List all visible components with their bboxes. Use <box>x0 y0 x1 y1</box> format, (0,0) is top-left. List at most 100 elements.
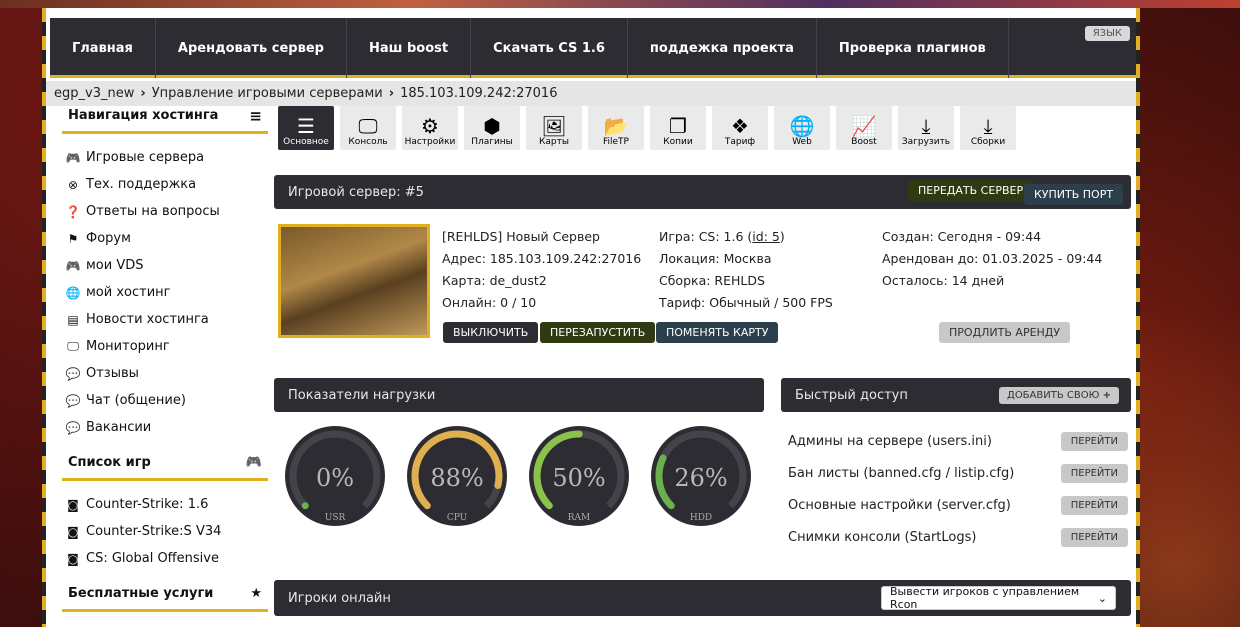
server-rented-until: Арендован до: 01.03.2025 - 09:44 <box>882 251 1103 266</box>
tab-label: Карты <box>539 137 569 147</box>
gear-icon: ⚙ <box>421 114 439 138</box>
quick-row-label: Бан листы (banned.cfg / listip.cfg) <box>788 466 1015 481</box>
sidebar-item-label: Чат (общение) <box>86 393 186 408</box>
tab-label: Boost <box>851 137 877 147</box>
gauge-cpu: 88% CPU <box>405 424 509 528</box>
dropbox-icon: ❖ <box>731 114 749 138</box>
quick-row-label: Основные настройки (server.cfg) <box>788 498 1011 513</box>
gauge-ram-label: RAM <box>568 513 591 523</box>
nav-support-project[interactable]: поддежка проекта <box>628 18 817 78</box>
download-icon: ⤓ <box>921 114 931 138</box>
nav-download-cs[interactable]: Скачать CS 1.6 <box>471 18 628 78</box>
add-custom-label: ДОБАВИТЬ СВОЮ <box>1007 390 1100 401</box>
gauge-cpu-label: CPU <box>447 513 468 523</box>
sidebar-item-faq[interactable]: ❓ Ответы на вопросы <box>64 198 268 225</box>
steam-icon: ◙ <box>67 497 79 512</box>
tab-upload[interactable]: ⤓ Загрузить <box>898 106 954 150</box>
sidebar-item-monitoring[interactable]: 🖵 Мониторинг <box>64 333 268 360</box>
quick-go-button[interactable]: ПЕРЕЙТИ <box>1060 432 1128 451</box>
tab-main[interactable]: ☰ Основное <box>278 106 334 150</box>
breadcrumb-section[interactable]: Управление игровыми серверами <box>152 86 383 101</box>
quick-row: Снимки консоли (StartLogs) ПЕРЕЙТИ <box>788 528 1128 547</box>
sidebar-game-css[interactable]: ◙ Counter-Strike:S V34 <box>64 518 268 545</box>
globe-icon: 🌐 <box>789 114 815 138</box>
tab-tariff[interactable]: ❖ Тариф <box>712 106 768 150</box>
sidebar-item-label: Counter-Strike:S V34 <box>86 524 222 539</box>
tab-plugins[interactable]: ⬢ Плагины <box>464 106 520 150</box>
gauge-usr: 0% USR <box>283 424 387 528</box>
sidebar-hosting-header: Навигация хостинга ≡ <box>62 100 268 134</box>
nav-rent-server[interactable]: Арендовать сервер <box>156 18 347 78</box>
tab-maps[interactable]: 🖼 Карты <box>526 106 582 150</box>
sidebar-item-label: Counter-Strike: 1.6 <box>86 497 209 512</box>
sidebar-hosting-list: 🎮 Игровые сервера ⊗ Тех. поддержка ❓ Ответы… <box>62 134 268 447</box>
restart-button[interactable]: ПЕРЕЗАПУСТИТЬ <box>540 322 656 343</box>
sidebar-item-vacancies[interactable]: 💬 Вакансии <box>64 414 268 441</box>
menu-icon[interactable]: ≡ <box>249 107 262 125</box>
change-map-button[interactable]: ПОМЕНЯТЬ КАРТУ <box>656 322 779 343</box>
quick-go-button[interactable]: ПЕРЕЙТИ <box>1060 464 1128 483</box>
sidebar-item-support[interactable]: ⊗ Тех. поддержка <box>64 171 268 198</box>
nav-plugin-check[interactable]: Проверка плагинов <box>817 18 1009 78</box>
sidebar-item-label: CS: Global Offensive <box>86 551 219 566</box>
sidebar-game-csgo[interactable]: ◙ CS: Global Offensive <box>64 545 268 572</box>
tab-settings[interactable]: ⚙ Настройки <box>402 106 458 150</box>
sidebar-item-game-servers[interactable]: 🎮 Игровые сервера <box>64 144 268 171</box>
sidebar-item-label: Игровые сервера <box>86 150 205 165</box>
breadcrumb-root[interactable]: egp_v3_new <box>54 86 134 101</box>
tab-builds[interactable]: ⤓ Сборки <box>960 106 1016 150</box>
tab-web[interactable]: 🌐 Web <box>774 106 830 150</box>
server-info-col1: [REHLDS] Новый Сервер Адрес: 185.103.109… <box>442 226 641 314</box>
gauge-usr-label: USR <box>325 513 346 523</box>
steam-icon: ◙ <box>67 551 79 566</box>
server-game-id-link[interactable]: id: 5 <box>752 229 780 244</box>
tab-copies[interactable]: ❐ Копии <box>650 106 706 150</box>
sidebar-games-title: Список игр <box>68 455 151 470</box>
server-tariff: Тариф: Обычный / 500 FPS <box>659 295 833 310</box>
tab-filetp[interactable]: 📂 FileTP <box>588 106 644 150</box>
sidebar-item-vds[interactable]: 🎮 мои VDS <box>64 252 268 279</box>
nav-home[interactable]: Главная <box>50 18 156 78</box>
sidebar-item-forum[interactable]: ⚑ Форум <box>64 225 268 252</box>
cubes-icon: ⬢ <box>483 114 501 138</box>
tab-label: Загрузить <box>901 137 951 147</box>
gamepad-icon: 🎮 <box>65 150 81 165</box>
quick-go-button[interactable]: ПЕРЕЙТИ <box>1060 528 1128 547</box>
sidebar-item-reviews[interactable]: 💬 Отзывы <box>64 360 268 387</box>
sidebar: Навигация хостинга ≡ 🎮 Игровые сервера ⊗ Т… <box>62 100 268 612</box>
gauge-ram-value: 50% <box>552 464 605 492</box>
download-icon: ⤓ <box>983 114 993 138</box>
tab-label: Копии <box>663 137 693 147</box>
power-off-button[interactable]: ВЫКЛЮЧИТЬ <box>443 322 539 343</box>
copy-icon: ❐ <box>669 114 687 138</box>
sidebar-game-cs16[interactable]: ◙ Counter-Strike: 1.6 <box>64 491 268 518</box>
language-button[interactable]: ЯЗЫК <box>1084 26 1130 41</box>
comments-icon: 💬 <box>65 366 81 381</box>
sidebar-item-hosting[interactable]: 🌐 мой хостинг <box>64 279 268 306</box>
chevron-right-icon: › <box>140 86 146 101</box>
add-custom-button[interactable]: ДОБАВИТЬ СВОЮ + <box>999 387 1119 404</box>
tab-boost[interactable]: 📈 Boost <box>836 106 892 150</box>
flag-icon: ⚑ <box>67 231 79 246</box>
sidebar-free-title: Бесплатные услуги <box>68 586 214 601</box>
sidebar-item-label: Форум <box>86 231 131 246</box>
players-mode-select[interactable]: Вывести игроков с управлением Rcon ⌄ <box>881 585 1116 611</box>
tab-label: Плагины <box>471 137 513 147</box>
extend-rent-button[interactable]: ПРОДЛИТЬ АРЕНДУ <box>939 322 1071 343</box>
question-icon: ❓ <box>65 204 81 219</box>
quick-go-button[interactable]: ПЕРЕЙТИ <box>1060 496 1128 515</box>
sidebar-item-news[interactable]: ▤ Новости хостинга <box>64 306 268 333</box>
nav-boost[interactable]: Наш boost <box>347 18 472 78</box>
quick-row: Бан листы (banned.cfg / listip.cfg) ПЕРЕ… <box>788 464 1128 483</box>
chart-line-icon: 📈 <box>851 114 877 138</box>
gauge-cpu-value: 88% <box>430 464 483 492</box>
buy-port-button[interactable]: КУПИТЬ ПОРТ <box>1024 184 1124 205</box>
tab-label: Основное <box>283 137 329 147</box>
transfer-server-button[interactable]: ПЕРЕДАТЬ СЕРВЕР <box>908 180 1034 201</box>
newspaper-icon: ▤ <box>67 312 79 327</box>
sidebar-item-chat[interactable]: 💬 Чат (общение) <box>64 387 268 414</box>
server-location: Локация: Москва <box>659 251 772 266</box>
tab-console[interactable]: 🖵 Консоль <box>340 106 396 150</box>
top-navigation: Главная Арендовать сервер Наш boost Скач… <box>50 18 1140 78</box>
sidebar-item-label: Ответы на вопросы <box>86 204 220 219</box>
